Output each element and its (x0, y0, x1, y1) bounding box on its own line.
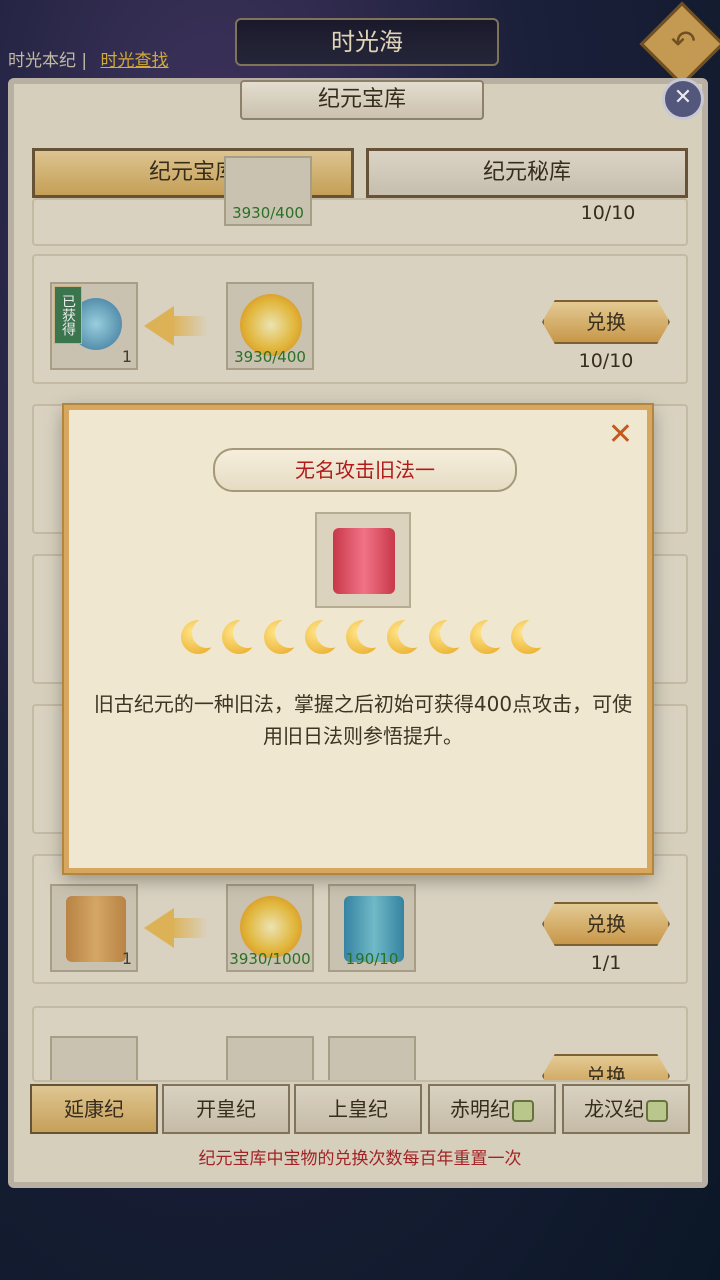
red-scroll-icon (333, 528, 395, 594)
crescent-moon-icon (428, 618, 470, 654)
modal-title: 无名攻击旧法一 (213, 448, 517, 492)
crescent-moon-icon (222, 618, 264, 654)
star-rating (181, 618, 552, 656)
item-description: 旧古纪元的一种旧法，掌握之后初始可获得400点攻击，可使用旧日法则参悟提升。 (93, 692, 633, 748)
crescent-moon-icon (346, 618, 387, 654)
crescent-moon-icon (263, 618, 305, 654)
close-icon[interactable]: ✕ (608, 420, 633, 450)
crescent-moon-icon (181, 618, 222, 654)
crescent-moon-icon (511, 618, 552, 654)
crescent-moon-icon (387, 618, 429, 654)
item-preview (315, 512, 411, 608)
item-detail-modal: 无名攻击旧法一 ✕ 旧古纪元的一种旧法，掌握之后初始可获得400点攻击，可使用旧… (64, 405, 652, 873)
crescent-moon-icon (304, 618, 346, 654)
crescent-moon-icon (469, 618, 511, 654)
